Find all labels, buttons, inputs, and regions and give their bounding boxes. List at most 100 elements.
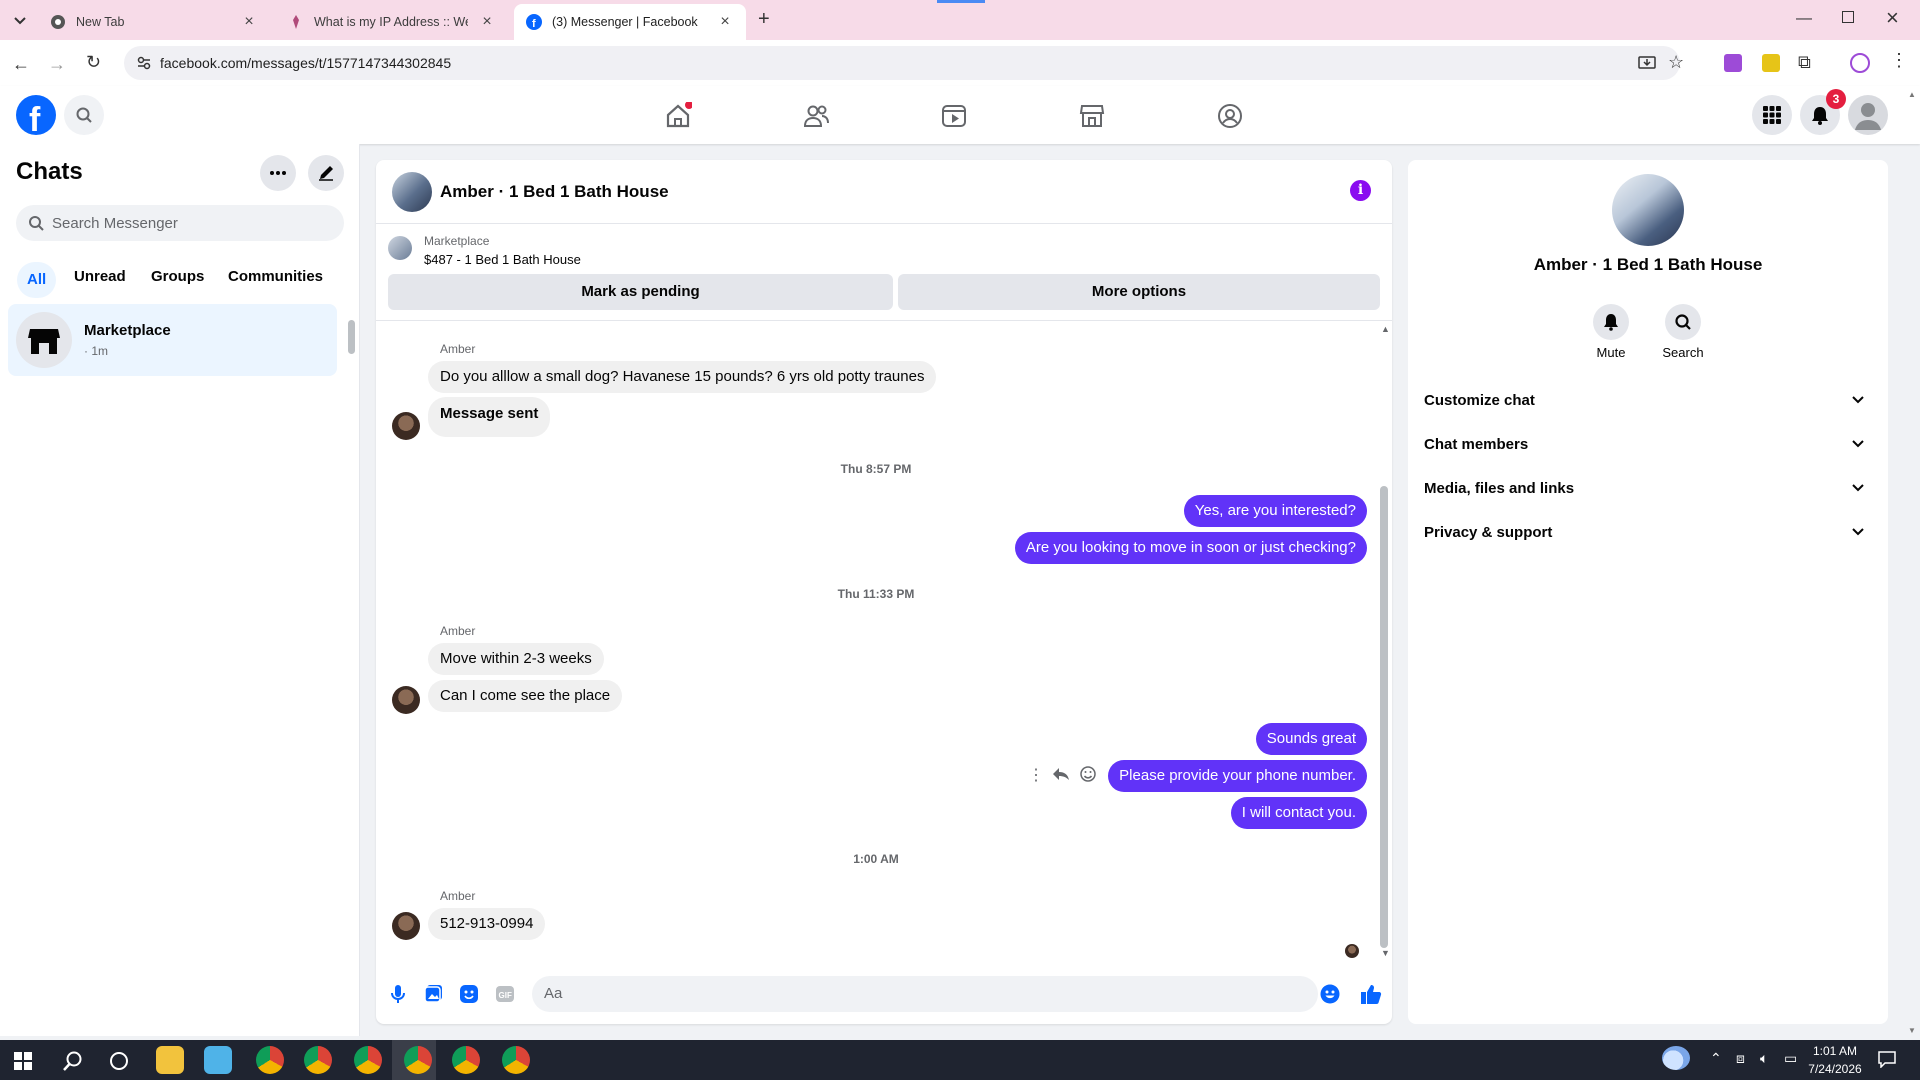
chrome-taskbar-icon[interactable] [452,1046,480,1074]
chrome-taskbar-icon[interactable] [404,1046,432,1074]
conversation-search-icon[interactable] [1665,304,1701,340]
tab-new-tab[interactable]: New Tab × [38,4,270,40]
back-icon[interactable]: ← [12,54,30,75]
mute-bell-icon[interactable] [1593,304,1629,340]
tab-ip-address[interactable]: What is my IP Address :: WebBr × [276,4,508,40]
menu-grid-icon[interactable] [1752,95,1792,135]
message-composer-input[interactable]: Aa [532,976,1318,1012]
taskbar-date[interactable]: 7/24/2026 [1800,1062,1870,1076]
search-messenger-input[interactable]: Search Messenger [16,205,344,241]
react-emoji-icon[interactable] [1079,765,1097,783]
extension-icon[interactable] [1724,54,1742,72]
chat-list-item[interactable]: Marketplace · 1m [8,304,337,376]
windows-start-icon[interactable] [14,1052,32,1070]
extensions-puzzle-icon[interactable]: ⧉ [1798,52,1811,73]
new-message-button[interactable] [308,155,344,191]
filter-groups[interactable]: Groups [151,268,204,290]
weather-icon[interactable] [1662,1046,1690,1070]
reload-icon[interactable]: ↻ [86,52,101,73]
home-icon[interactable] [664,102,692,130]
file-explorer-icon[interactable] [156,1046,184,1074]
message-more-icon[interactable]: ⋮ [1028,765,1044,785]
conversation-info-icon[interactable]: i [1350,180,1371,201]
video-icon[interactable] [940,102,968,130]
privacy-support-section[interactable]: Privacy & support [1424,510,1872,554]
account-avatar[interactable] [1848,95,1888,135]
new-tab-button[interactable]: + [758,8,770,31]
chrome-taskbar-icon[interactable] [256,1046,284,1074]
photo-icon[interactable] [424,984,443,1003]
minimize-button[interactable]: — [1796,10,1812,28]
filter-unread[interactable]: Unread [74,268,126,290]
message-outgoing[interactable]: Yes, are you interested? [1183,495,1367,527]
display-icon[interactable]: ▭ [1784,1050,1797,1067]
sender-avatar[interactable] [392,686,420,714]
chat-members-section[interactable]: Chat members [1424,422,1872,466]
close-tab-icon[interactable]: × [478,13,496,31]
filter-all[interactable]: All [17,262,57,298]
scroll-up-arrow[interactable]: ▲ [1381,324,1390,334]
sender-avatar[interactable] [392,912,420,940]
more-options-button[interactable]: More options [898,274,1380,310]
friends-icon[interactable] [802,102,830,130]
profile-icon[interactable] [1850,53,1870,73]
filter-communities[interactable]: Communities [228,268,323,290]
message-incoming[interactable]: Move within 2-3 weeks [428,643,604,675]
tab-search-icon[interactable] [10,10,30,30]
gaming-icon[interactable] [1216,102,1244,130]
sticker-icon[interactable] [459,984,479,1004]
close-tab-icon[interactable]: × [716,13,734,31]
chrome-taskbar-icon[interactable] [354,1046,382,1074]
message-outgoing[interactable]: I will contact you. [1230,797,1367,829]
tab-messenger[interactable]: f (3) Messenger | Facebook × [514,4,746,40]
mark-as-pending-button[interactable]: Mark as pending [388,274,893,310]
app-icon[interactable] [204,1046,232,1074]
chats-options-button[interactable] [260,155,296,191]
message-incoming[interactable]: Message sent [428,397,551,437]
browser-menu-icon[interactable]: ⋮ [1890,50,1908,71]
taskbar-time[interactable]: 1:01 AM [1800,1044,1870,1058]
close-tab-icon[interactable]: × [240,13,258,31]
bookmark-star-icon[interactable]: ☆ [1668,52,1684,73]
chrome-taskbar-icon[interactable] [502,1046,530,1074]
reply-icon[interactable] [1052,766,1070,782]
message-outgoing[interactable]: Are you looking to move in soon or just … [1014,532,1367,564]
like-thumbs-up-icon[interactable] [1360,983,1382,1005]
extension-icon[interactable] [1762,54,1780,72]
facebook-logo-icon[interactable]: f [16,95,56,135]
page-scroll-up[interactable]: ▲ [1908,90,1916,99]
volume-icon[interactable]: 🔈︎ [1760,1050,1768,1067]
task-view-icon[interactable] [110,1052,128,1070]
close-window-button[interactable]: × [1886,5,1899,31]
page-scroll-down[interactable]: ▼ [1908,1026,1916,1035]
customize-chat-section[interactable]: Customize chat [1424,378,1872,422]
message-outgoing[interactable]: Please provide your phone number. [1108,760,1367,792]
notification-center-icon[interactable] [1878,1050,1896,1068]
forward-icon[interactable]: → [48,54,66,75]
network-icon[interactable]: ⧈ [1736,1050,1745,1067]
install-icon[interactable] [1638,54,1656,72]
tray-chevron-up-icon[interactable]: ⌃ [1710,1050,1722,1067]
microphone-icon[interactable] [390,984,406,1004]
conversation-title[interactable]: Amber · 1 Bed 1 Bath House [440,182,669,202]
sidebar-scrollbar[interactable] [348,320,355,354]
message-incoming[interactable]: Can I come see the place [428,680,623,712]
listing-title[interactable]: $487 - 1 Bed 1 Bath House [424,252,581,267]
emoji-icon[interactable] [1320,984,1340,1004]
message-outgoing[interactable]: Sounds great [1255,723,1367,755]
details-avatar[interactable] [1612,174,1684,246]
maximize-button[interactable] [1842,11,1854,23]
media-files-links-section[interactable]: Media, files and links [1424,466,1872,510]
gif-icon[interactable]: GIF [495,984,515,1004]
facebook-search-icon[interactable] [64,95,104,135]
site-info-icon[interactable] [136,55,152,71]
chrome-taskbar-icon[interactable] [304,1046,332,1074]
marketplace-icon[interactable] [1078,102,1106,130]
message-incoming[interactable]: Do you alllow a small dog? Havanese 15 p… [428,361,937,393]
conversation-scrollbar[interactable] [1380,486,1388,948]
message-incoming[interactable]: 512-913-0994 [428,908,546,940]
conversation-avatar[interactable] [392,172,432,212]
url-field[interactable]: facebook.com/messages/t/1577147344302845… [124,46,1684,80]
taskbar-search-icon[interactable] [62,1050,84,1072]
sender-avatar[interactable] [392,412,420,440]
